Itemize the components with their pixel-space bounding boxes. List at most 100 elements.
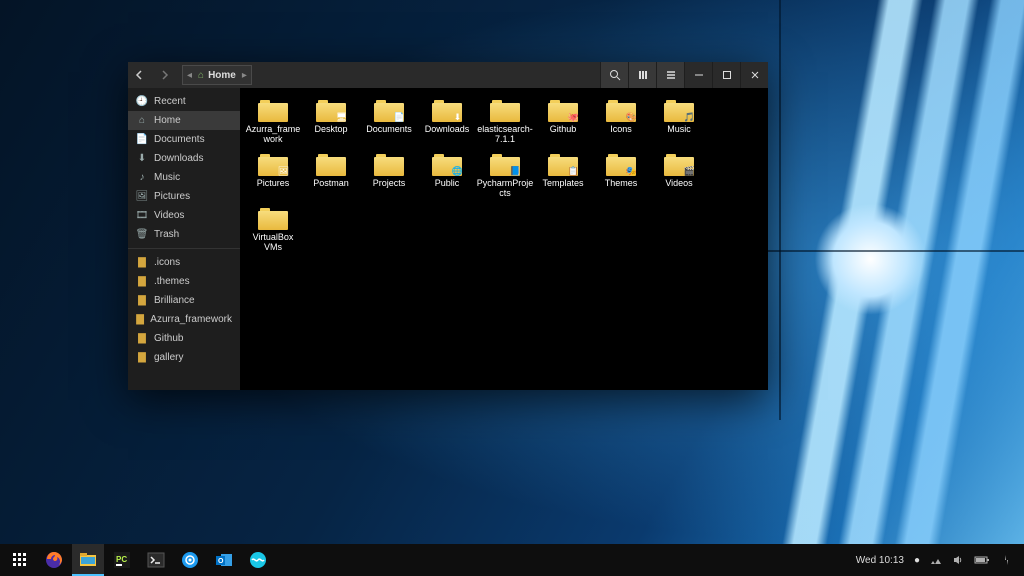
path-segment-home[interactable]: ⌂ Home: [192, 66, 242, 84]
folder-icon: ▇: [136, 257, 148, 268]
sidebar-item-recent[interactable]: 🕘Recent: [128, 92, 240, 111]
folder-themes[interactable]: 🎭Themes: [592, 152, 650, 198]
sidebar-item-label: Downloads: [154, 153, 203, 164]
folder-grid[interactable]: Azurra_framework🖥Desktop📄Documents⬇Downl…: [240, 88, 768, 390]
taskbar-app-launcher[interactable]: [4, 544, 36, 576]
folder-label: elasticsearch-7.1.1: [476, 124, 534, 144]
folder-icon: 📄: [374, 98, 404, 122]
sidebar-bookmark--icons[interactable]: ▇ .icons: [128, 253, 240, 272]
sidebar-item-documents[interactable]: 📄Documents: [128, 130, 240, 149]
network-icon[interactable]: [930, 554, 942, 566]
folder-documents[interactable]: 📄 Documents: [360, 98, 418, 144]
folder-icon: ▇: [136, 314, 144, 325]
folder-templates[interactable]: 📋Templates: [534, 152, 592, 198]
sidebar-item-label: Pictures: [154, 191, 190, 202]
folder-desktop[interactable]: 🖥Desktop: [302, 98, 360, 144]
maximize-button[interactable]: [712, 62, 740, 88]
folder-icons[interactable]: 🎨Icons: [592, 98, 650, 144]
folder-pycharmprojects[interactable]: 📘PycharmProjects: [476, 152, 534, 198]
folder-azurra_framework[interactable]: Azurra_framework: [244, 98, 302, 144]
sidebar-bookmark-azurra_framework[interactable]: ▇Azurra_framework: [128, 310, 240, 329]
folder-icon: ▇: [136, 352, 148, 363]
folder-icon: 🖥: [316, 98, 346, 122]
sidebar-item-videos[interactable]: 🎞 Videos: [128, 206, 240, 225]
path-bar[interactable]: ◂ ⌂ Home ▸: [182, 65, 252, 85]
folder-virtualbox-vms[interactable]: VirtualBox VMs: [244, 206, 302, 252]
video-icon: 🎞: [136, 210, 148, 221]
folder-music[interactable]: 🎵Music: [650, 98, 708, 144]
folder-pictures[interactable]: 🖼 Pictures: [244, 152, 302, 198]
folder-label: PycharmProjects: [476, 178, 534, 198]
taskbar-app-pycharm[interactable]: PC: [106, 544, 138, 576]
titlebar: ◂ ⌂ Home ▸: [128, 62, 768, 88]
taskbar-app-audio[interactable]: [242, 544, 274, 576]
sidebar-item-music[interactable]: ♪Music: [128, 168, 240, 187]
folder-overlay-icon: 🖥: [335, 111, 348, 124]
folder-public[interactable]: 🌐Public: [418, 152, 476, 198]
taskbar-app-terminal[interactable]: [140, 544, 172, 576]
folder-icon: 🎵: [664, 98, 694, 122]
folder-elasticsearch-7-1-1[interactable]: elasticsearch-7.1.1: [476, 98, 534, 144]
folder-icon: ⬇: [432, 98, 462, 122]
folder-label: Videos: [665, 178, 692, 188]
sidebar-bookmark-github[interactable]: ▇Github: [128, 329, 240, 348]
folder-label: Desktop: [314, 124, 347, 134]
sidebar-item-pictures[interactable]: 🖼Pictures: [128, 187, 240, 206]
svg-text:O: O: [218, 558, 224, 565]
folder-label: Github: [550, 124, 577, 134]
folder-videos[interactable]: 🎬 Videos: [650, 152, 708, 198]
sidebar-item-label: .icons: [154, 257, 180, 268]
folder-label: Music: [667, 124, 691, 134]
folder-label: Postman: [313, 178, 349, 188]
sidebar-item-trash[interactable]: 🗑Trash: [128, 225, 240, 244]
sidebar-bookmark--themes[interactable]: ▇.themes: [128, 272, 240, 291]
taskbar-app-software[interactable]: [174, 544, 206, 576]
folder-icon: 🖼: [258, 152, 288, 176]
hamburger-menu-button[interactable]: [656, 62, 684, 88]
folder-projects[interactable]: Projects: [360, 152, 418, 198]
battery-icon[interactable]: [974, 555, 990, 565]
pycharm-icon: PC: [112, 550, 132, 570]
sidebar-item-downloads[interactable]: ⬇Downloads: [128, 149, 240, 168]
taskbar: PCO Wed 10:13 ●: [0, 544, 1024, 576]
folder-icon: ▇: [136, 276, 148, 287]
folder-icon: 🎬: [664, 152, 694, 176]
minimize-button[interactable]: [684, 62, 712, 88]
sidebar-bookmark-brilliance[interactable]: ▇Brilliance: [128, 291, 240, 310]
doc-icon: 📄: [136, 134, 148, 145]
software-icon: [180, 550, 200, 570]
back-button[interactable]: [128, 62, 152, 88]
folder-postman[interactable]: Postman: [302, 152, 360, 198]
trash-icon: 🗑: [136, 229, 148, 240]
search-button[interactable]: [600, 62, 628, 88]
taskbar-app-outlook[interactable]: O: [208, 544, 240, 576]
sidebar: 🕘Recent⌂Home📄Documents⬇Downloads♪Music🖼P…: [128, 88, 240, 390]
outlook-icon: O: [214, 550, 234, 570]
sidebar-separator: [128, 248, 240, 249]
volume-icon[interactable]: [952, 554, 964, 566]
folder-overlay-icon: 🎵: [683, 111, 696, 124]
folder-label: Pictures: [257, 178, 290, 188]
wallpaper-divider: [760, 250, 1024, 252]
folder-label: Documents: [366, 124, 412, 134]
folder-overlay-icon: 📋: [567, 165, 580, 178]
forward-button[interactable]: [152, 62, 176, 88]
folder-icon: ▇: [136, 333, 148, 344]
sidebar-item-label: Videos: [154, 210, 184, 221]
power-icon[interactable]: [1000, 554, 1012, 566]
folder-github[interactable]: 🐙Github: [534, 98, 592, 144]
clock[interactable]: Wed 10:13: [856, 555, 904, 566]
folder-icon: ▇: [136, 295, 148, 306]
sidebar-bookmark-gallery[interactable]: ▇gallery: [128, 348, 240, 367]
taskbar-app-files[interactable]: [72, 544, 104, 576]
folder-icon: 🎨: [606, 98, 636, 122]
folder-label: Downloads: [425, 124, 470, 134]
folder-downloads[interactable]: ⬇ Downloads: [418, 98, 476, 144]
folder-label: Projects: [373, 178, 406, 188]
view-toggle-button[interactable]: [628, 62, 656, 88]
sidebar-item-home[interactable]: ⌂Home: [128, 111, 240, 130]
taskbar-app-firefox[interactable]: [38, 544, 70, 576]
close-button[interactable]: [740, 62, 768, 88]
launcher-icon: [12, 552, 28, 568]
folder-overlay-icon: 🌐: [451, 165, 464, 178]
